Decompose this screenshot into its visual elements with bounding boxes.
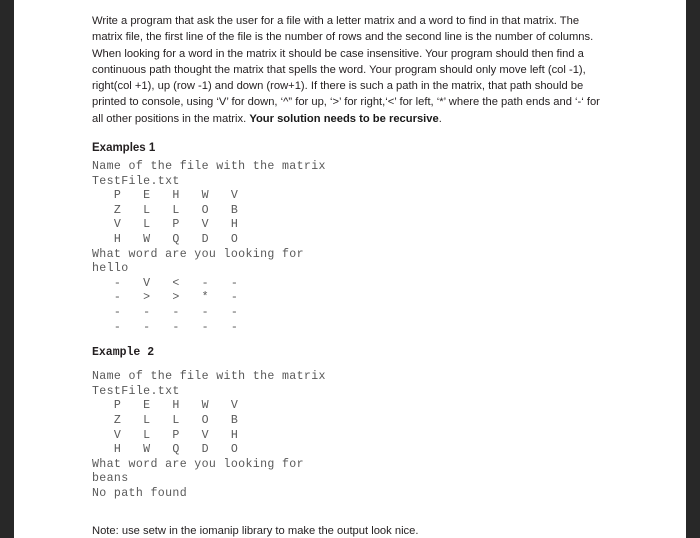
example-one-console-output: Name of the file with the matrix TestFil…: [92, 160, 326, 334]
spacer-after-prompt: [92, 127, 610, 142]
example-two-heading: Example 2: [92, 346, 155, 360]
spacer-after-example-two-heading: [92, 359, 610, 370]
setw-note: Note: use setw in the iomanip library to…: [92, 524, 419, 537]
example-two-console-output: Name of the file with the matrix TestFil…: [92, 370, 326, 500]
document-page: Write a program that ask the user for a …: [0, 0, 700, 538]
prompt-text-main: Write a program that ask the user for a …: [92, 15, 600, 125]
example-one-heading: Examples 1: [92, 142, 156, 155]
document-content: Write a program that ask the user for a …: [92, 13, 610, 537]
assignment-prompt-paragraph: Write a program that ask the user for a …: [92, 13, 610, 127]
prompt-text-emphasis: Your solution needs to be recursive: [249, 112, 439, 125]
spacer-before-note: [92, 502, 610, 525]
spacer-before-example-two-heading: [92, 335, 610, 346]
left-page-gutter: [0, 0, 14, 538]
right-page-gutter: [686, 0, 700, 538]
prompt-text-trailing: .: [438, 112, 442, 125]
